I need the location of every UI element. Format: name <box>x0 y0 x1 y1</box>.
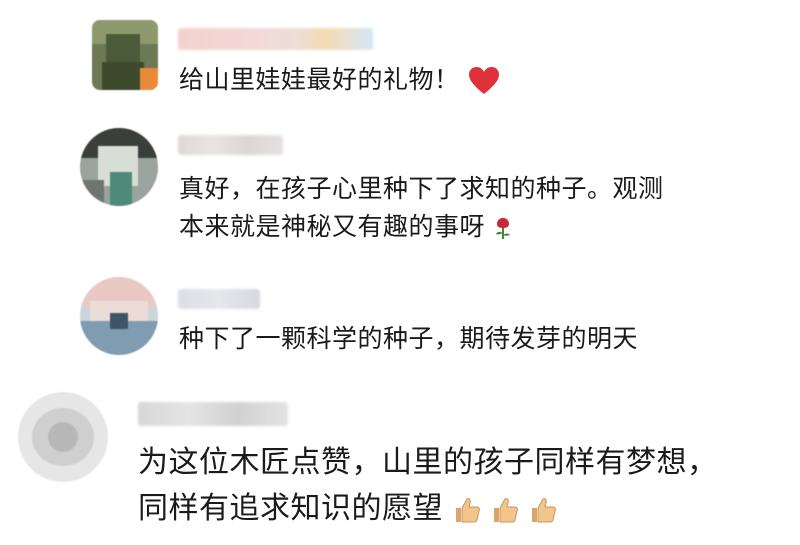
comment-text: 给山里娃娃最好的礼物！ <box>179 62 500 98</box>
username[interactable] <box>138 402 288 426</box>
avatar[interactable] <box>80 277 158 355</box>
thumbs-up-icon <box>456 497 480 522</box>
username[interactable] <box>178 289 260 309</box>
thumbs-up-icon <box>494 497 518 522</box>
comment-item: 为这位木匠点赞，山里的孩子同样有梦想， 同样有追求知识的愿望 <box>0 380 800 545</box>
comment-text-line: 真好，在孩子心里种下了求知的种子。观测 <box>179 174 664 203</box>
comment-text: 为这位木匠点赞，山里的孩子同样有梦想， 同样有追求知识的愿望 <box>138 440 718 532</box>
comment-text-line: 同样有追求知识的愿望 <box>138 491 443 526</box>
avatar[interactable] <box>18 392 108 482</box>
comment-item: 真好，在孩子心里种下了求知的种子。观测 本来就是神秘又有趣的事呀 <box>0 110 800 260</box>
comment-item: 种下了一颗科学的种子，期待发芽的明天 <box>0 265 800 380</box>
comment-text: 种下了一颗科学的种子，期待发芽的明天 <box>179 321 638 357</box>
comment-text: 真好，在孩子心里种下了求知的种子。观测 本来就是神秘又有趣的事呀 <box>179 170 664 246</box>
rose-icon <box>496 218 511 239</box>
username[interactable] <box>178 135 283 155</box>
avatar[interactable] <box>80 128 158 206</box>
comment-item: 给山里娃娃最好的礼物！ <box>0 0 800 110</box>
comment-text-line: 为这位木匠点赞，山里的孩子同样有梦想， <box>138 445 718 480</box>
avatar[interactable] <box>92 20 158 90</box>
username[interactable] <box>178 28 373 50</box>
comment-text-line: 给山里娃娃最好的礼物！ <box>179 65 460 94</box>
heart-icon <box>468 67 499 94</box>
comment-text-line: 种下了一颗科学的种子，期待发芽的明天 <box>179 324 639 353</box>
thumbs-up-icon <box>532 497 557 522</box>
comment-text-line: 本来就是神秘又有趣的事呀 <box>179 212 486 241</box>
